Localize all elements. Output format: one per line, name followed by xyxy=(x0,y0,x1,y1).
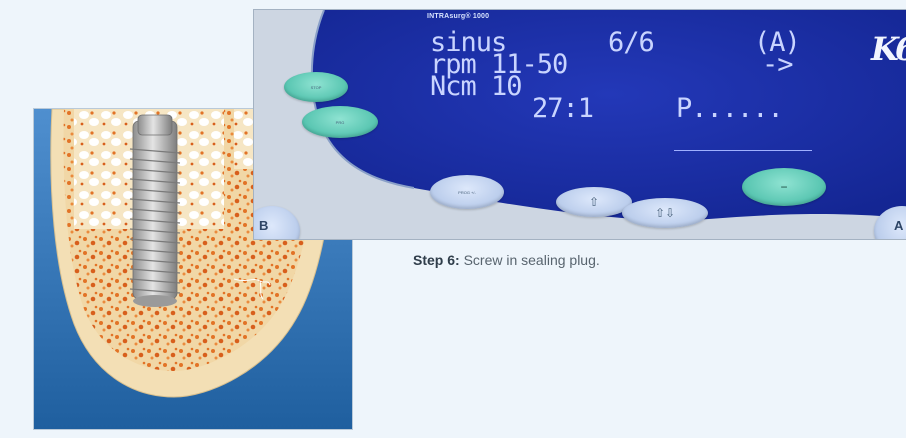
lcd-ratio: 27:1 xyxy=(532,93,594,124)
stop-button[interactable]: STOP xyxy=(284,72,348,102)
lcd-torque: Ncm 10 xyxy=(430,71,523,102)
program-button[interactable]: PRG xyxy=(302,106,378,138)
lcd-step: 6/6 xyxy=(608,27,655,58)
device-control-panel: INTRAsurg® 1000 sinus 6/6 (A) rpm 11-50 … xyxy=(253,9,906,240)
up-down-button[interactable]: ⇧⇩ xyxy=(622,198,708,228)
up-button[interactable]: ⇧ xyxy=(556,187,632,217)
prog-adjust-button[interactable]: PROG +/- xyxy=(430,175,504,209)
lcd-screen: sinus 6/6 (A) rpm 11-50 -> Ncm 10 27:1 P… xyxy=(430,27,830,172)
step-caption: Step 6: Screw in sealing plug. xyxy=(413,252,600,268)
minus-button[interactable]: − xyxy=(742,168,826,206)
step-label: Step 6: xyxy=(413,252,460,268)
corner-label-right: A xyxy=(894,218,904,233)
lcd-underline xyxy=(674,150,812,151)
device-brand-label: INTRAsurg® 1000 xyxy=(427,13,490,20)
lcd-program: P...... xyxy=(676,93,784,124)
implant-screw xyxy=(129,114,181,307)
device-logo: K6 xyxy=(871,30,906,68)
corner-label-left: B xyxy=(259,218,269,233)
step-text: Screw in sealing plug. xyxy=(463,252,600,268)
lcd-direction: -> xyxy=(762,49,794,80)
